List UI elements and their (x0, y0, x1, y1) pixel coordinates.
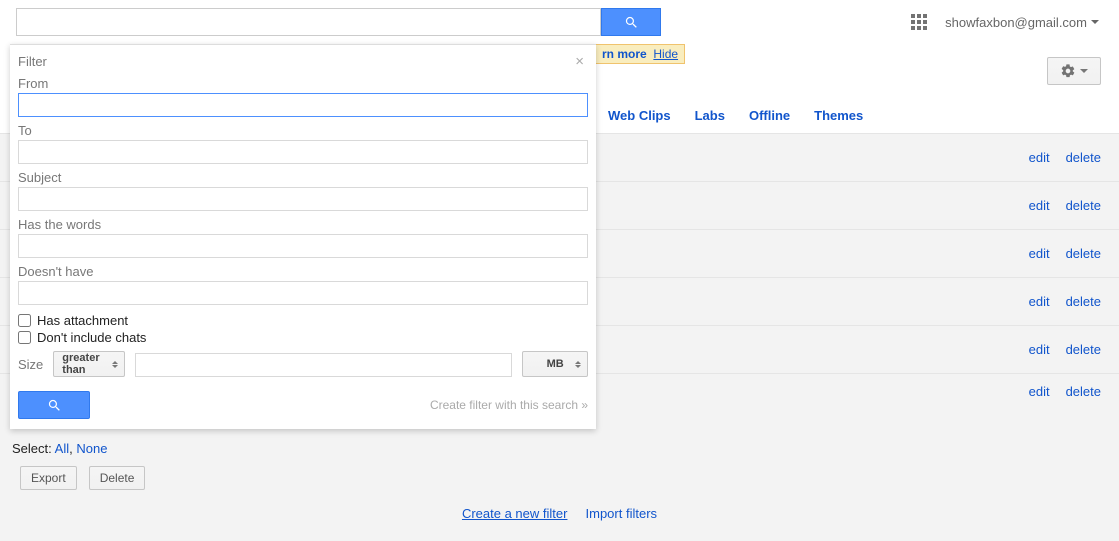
apps-icon[interactable] (911, 14, 927, 30)
to-input[interactable] (18, 140, 588, 164)
account-email: showfaxbon@gmail.com (945, 15, 1087, 30)
size-operator-value: greater than (62, 352, 104, 376)
delete-link[interactable]: delete (1066, 246, 1101, 261)
size-operator-select[interactable]: greater than (53, 351, 125, 377)
subject-input[interactable] (18, 187, 588, 211)
to-label: To (18, 123, 588, 138)
tab-webclips[interactable]: Web Clips (608, 108, 671, 123)
search-button[interactable] (601, 8, 661, 36)
create-new-filter-link[interactable]: Create a new filter (462, 506, 568, 521)
from-label: From (18, 76, 588, 91)
hide-link[interactable]: Hide (653, 47, 678, 61)
has-attachment-checkbox[interactable] (18, 314, 31, 327)
has-attachment-label: Has attachment (37, 313, 128, 328)
search-icon (624, 15, 639, 30)
edit-link[interactable]: edit (1029, 198, 1050, 213)
import-filters-link[interactable]: Import filters (586, 506, 658, 521)
no-chats-checkbox[interactable] (18, 331, 31, 344)
from-input[interactable] (18, 93, 588, 117)
doesnt-have-input[interactable] (18, 281, 588, 305)
edit-link[interactable]: edit (1029, 246, 1050, 261)
edit-link[interactable]: edit (1029, 294, 1050, 309)
delete-link[interactable]: delete (1066, 342, 1101, 357)
filter-panel-title: Filter (18, 54, 47, 69)
has-words-label: Has the words (18, 217, 588, 232)
filter-panel: Filter × From To Subject Has the words D… (10, 44, 596, 429)
select-label: Select: (12, 441, 52, 456)
tab-labs[interactable]: Labs (695, 108, 725, 123)
delete-link[interactable]: delete (1066, 384, 1101, 399)
doesnt-have-label: Doesn't have (18, 264, 588, 279)
select-none-link[interactable]: None (76, 441, 107, 456)
create-filter-with-search-link[interactable]: Create filter with this search » (430, 398, 588, 412)
bottom-links: Create a new filter Import filters (0, 500, 1119, 535)
search-input[interactable] (16, 8, 601, 36)
settings-gear-button[interactable] (1047, 57, 1101, 85)
account-menu[interactable]: showfaxbon@gmail.com (945, 15, 1099, 30)
delete-button[interactable]: Delete (89, 466, 146, 490)
select-row: Select: All, None (0, 435, 1119, 462)
no-chats-label: Don't include chats (37, 330, 146, 345)
tab-themes[interactable]: Themes (814, 108, 863, 123)
size-value-input[interactable] (135, 353, 512, 377)
select-all-link[interactable]: All (55, 441, 69, 456)
size-unit-value: MB (547, 358, 564, 370)
filter-search-button[interactable] (18, 391, 90, 419)
has-words-input[interactable] (18, 234, 588, 258)
size-unit-select[interactable]: MB (522, 351, 588, 377)
size-label: Size (18, 357, 43, 372)
subject-label: Subject (18, 170, 588, 185)
edit-link[interactable]: edit (1029, 384, 1050, 399)
top-bar: showfaxbon@gmail.com (0, 0, 1119, 44)
close-icon[interactable]: × (571, 53, 588, 70)
export-button[interactable]: Export (20, 466, 77, 490)
gear-icon (1060, 63, 1076, 79)
delete-link[interactable]: delete (1066, 150, 1101, 165)
learn-more-link[interactable]: rn more (602, 47, 647, 61)
edit-link[interactable]: edit (1029, 150, 1050, 165)
delete-link[interactable]: delete (1066, 198, 1101, 213)
edit-link[interactable]: edit (1029, 342, 1050, 357)
notice-strip: rn more Hide (595, 44, 685, 64)
tab-offline[interactable]: Offline (749, 108, 790, 123)
caret-down-icon (1091, 20, 1099, 24)
delete-link[interactable]: delete (1066, 294, 1101, 309)
caret-down-icon (1080, 69, 1088, 73)
search-icon (47, 398, 62, 413)
